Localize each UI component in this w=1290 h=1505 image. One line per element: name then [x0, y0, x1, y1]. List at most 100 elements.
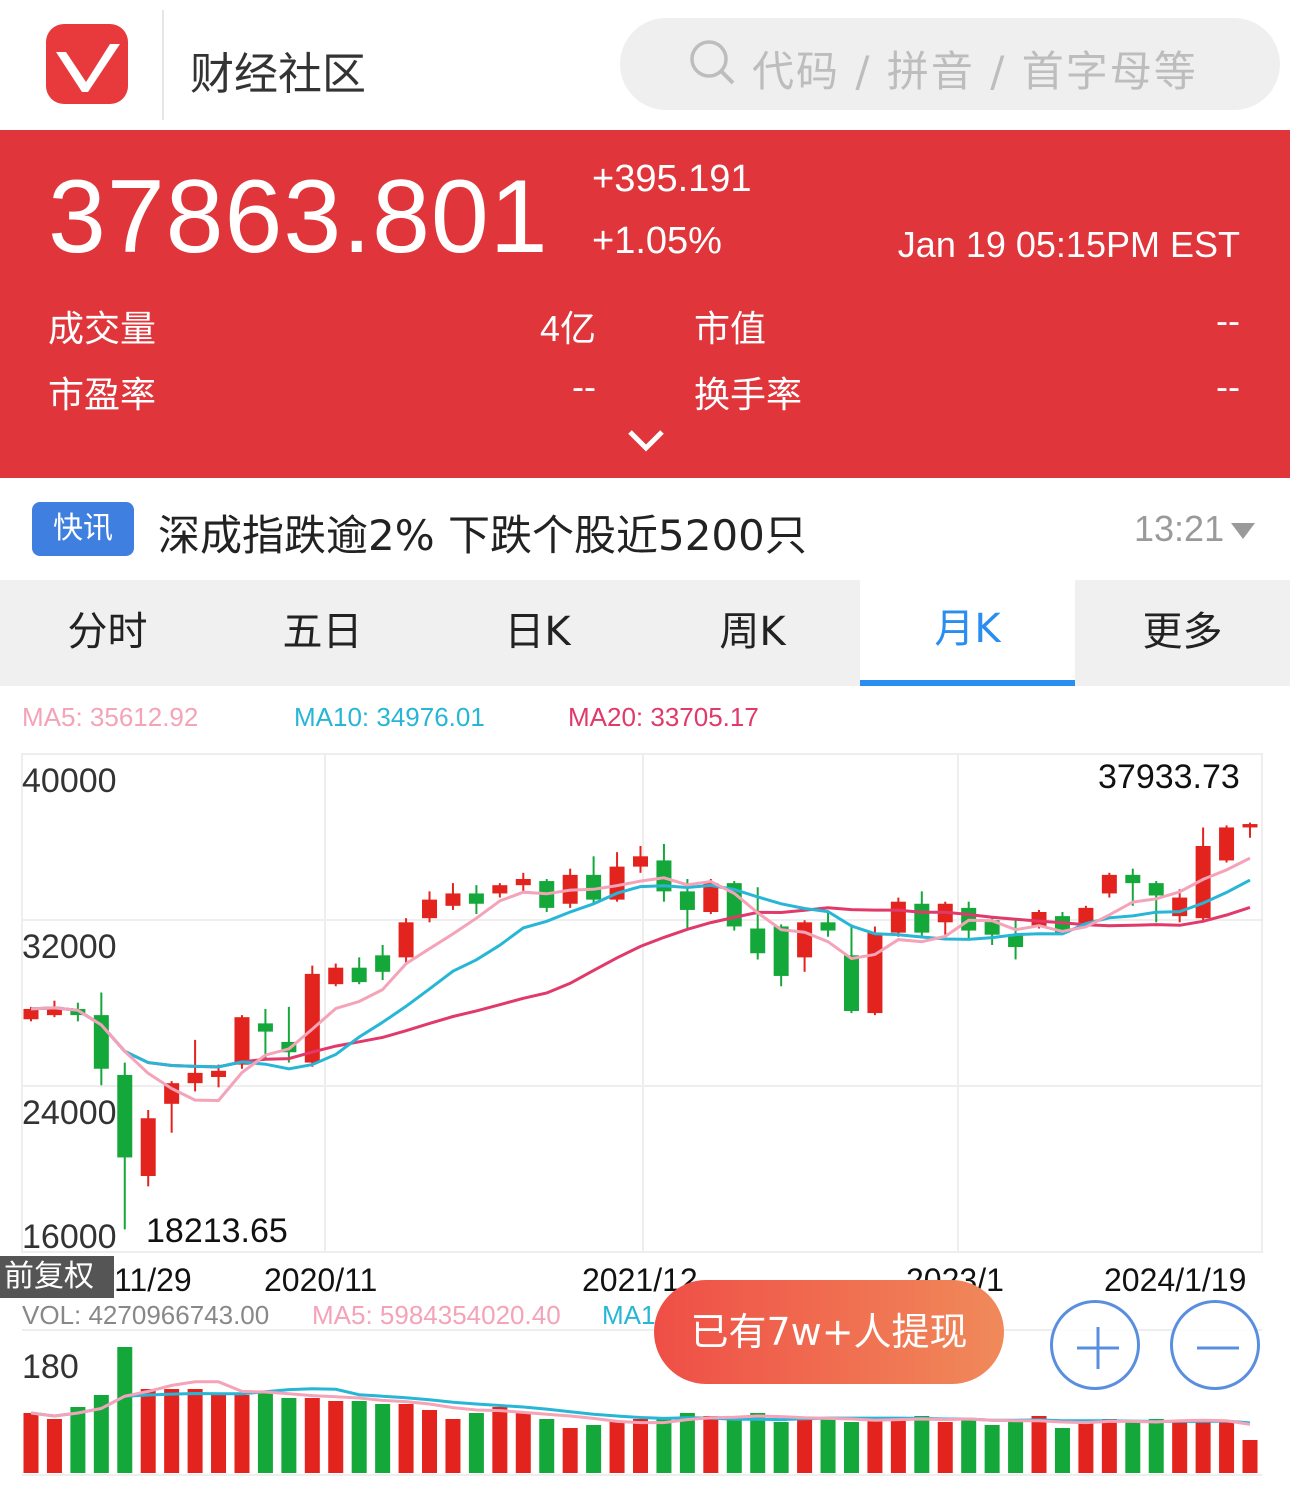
- volume-bar: [586, 1425, 602, 1473]
- volume-bar: [257, 1392, 273, 1473]
- ma5-legend: MA5: 35612.92: [22, 702, 199, 732]
- stat-label-volume: 成交量: [48, 309, 157, 350]
- search-placeholder: 代码 / 拼音 / 首字母等: [752, 47, 1198, 96]
- search-icon: [690, 40, 735, 85]
- stat-value-pe: --: [572, 366, 596, 407]
- tab-intraday[interactable]: 分时: [0, 580, 215, 686]
- candle-body: [398, 922, 414, 958]
- candle-body: [1242, 824, 1258, 828]
- candle-body: [890, 901, 906, 933]
- vol-ma10-legend: MA1: [602, 1300, 656, 1330]
- volume-bar: [328, 1401, 344, 1473]
- volume-bar: [234, 1395, 250, 1473]
- news-time: 13:21: [1134, 508, 1225, 549]
- volume-bar: [750, 1413, 766, 1473]
- volume-bar: [726, 1419, 742, 1473]
- volume-bar: [656, 1419, 672, 1473]
- stat-label-turnover: 换手率: [694, 375, 803, 416]
- volume-bar: [984, 1425, 1000, 1473]
- low-label: 18213.65: [146, 1212, 288, 1250]
- volume-bar: [914, 1416, 930, 1473]
- candle-body: [1125, 874, 1141, 884]
- volume-bar: [539, 1419, 555, 1473]
- x-date-label: 11/29: [114, 1262, 192, 1298]
- vol-y-tick: 180: [22, 1348, 79, 1386]
- minus-icon: [1197, 1346, 1239, 1350]
- app-title: 财经社区: [190, 49, 366, 100]
- volume-bar: [46, 1419, 62, 1473]
- volume-bar: [820, 1419, 836, 1473]
- tab-monthly-k[interactable]: 月K: [860, 580, 1075, 686]
- news-headline[interactable]: 深成指跌逾2% 下跌个股近5200只: [158, 502, 807, 563]
- zoom-in-button[interactable]: [1050, 1300, 1140, 1390]
- zoom-out-button[interactable]: [1170, 1300, 1260, 1390]
- volume-bar: [1078, 1422, 1094, 1473]
- candlestick-series: [23, 822, 1258, 1230]
- app-logo[interactable]: [46, 24, 128, 104]
- volume-bar: [468, 1413, 484, 1473]
- caret-down-icon[interactable]: [1230, 522, 1256, 540]
- candle-body: [773, 926, 789, 976]
- stat-value-turnover: --: [1216, 366, 1240, 407]
- moving-average-lines: [30, 856, 1251, 1103]
- volume-bar: [703, 1416, 719, 1473]
- news-badge: 快讯: [32, 502, 134, 556]
- adjust-mode-label[interactable]: 前复权: [0, 1256, 114, 1298]
- volume-bar: [445, 1419, 461, 1473]
- volume-bar: [70, 1407, 86, 1473]
- volume-bar: [1008, 1422, 1024, 1473]
- candle-body: [468, 893, 484, 904]
- candle-body: [211, 1070, 227, 1077]
- ma10-line: [30, 878, 1251, 1071]
- news-ticker[interactable]: 快讯 深成指跌逾2% 下跌个股近5200只 13:21: [0, 478, 1290, 580]
- candle-body: [445, 893, 461, 906]
- last-price: 37863.801: [48, 159, 549, 275]
- volume-bar: [281, 1398, 297, 1473]
- plus-icon: [1077, 1327, 1119, 1369]
- volume-bar: [211, 1395, 227, 1473]
- high-label: 37933.73: [1098, 758, 1240, 796]
- volume-bar: [375, 1404, 391, 1473]
- volume-bar: [1172, 1422, 1188, 1473]
- volume-bar: [961, 1419, 977, 1473]
- volume-bar: [515, 1413, 531, 1473]
- volume-bar: [867, 1419, 883, 1473]
- volume-bar: [1054, 1428, 1070, 1473]
- volume-bar: [492, 1407, 508, 1473]
- y-tick-40000: 40000: [22, 762, 117, 800]
- header-divider: [162, 10, 164, 120]
- vol-legend: VOL: 4270966743.00: [22, 1300, 270, 1330]
- volume-bar: [1195, 1419, 1211, 1473]
- candle-body: [750, 928, 766, 954]
- candle-body: [867, 932, 883, 1014]
- volume-bar: [609, 1422, 625, 1473]
- tab-weekly-k[interactable]: 周K: [645, 580, 860, 686]
- quote-panel: 37863.801 +395.191 +1.05% Jan 19 05:15PM…: [0, 130, 1290, 478]
- x-date-label: 2020/11: [264, 1262, 378, 1298]
- candle-body: [820, 922, 836, 931]
- volume-bar: [23, 1413, 39, 1473]
- y-tick-16000: 16000: [22, 1218, 117, 1256]
- x-date-label: 2024/1/19: [1104, 1262, 1247, 1298]
- volume-bar: [562, 1428, 578, 1473]
- y-tick-32000: 32000: [22, 928, 117, 966]
- volume-bar: [187, 1389, 203, 1473]
- candle-body: [633, 856, 648, 867]
- volume-bar: [937, 1422, 953, 1473]
- candle-body: [257, 1023, 273, 1032]
- app-header: 财经社区 代码 / 拼音 / 首字母等: [0, 0, 1290, 128]
- stat-label-pe: 市盈率: [48, 375, 157, 416]
- chevron-down-icon[interactable]: [626, 426, 666, 454]
- candle-body: [328, 967, 344, 985]
- volume-bar: [164, 1389, 180, 1473]
- tab-daily-k[interactable]: 日K: [430, 580, 645, 686]
- stat-value-market-cap: --: [1216, 300, 1240, 341]
- logo-check-icon: [56, 44, 120, 92]
- tab-five-day[interactable]: 五日: [215, 580, 430, 686]
- volume-bar: [1125, 1422, 1141, 1473]
- price-change: +395.191: [592, 158, 752, 200]
- candle-body: [1148, 883, 1164, 896]
- cash-out-promo-button[interactable]: 已有7w+人提现: [654, 1280, 1004, 1384]
- tab-more[interactable]: 更多: [1075, 580, 1290, 686]
- volume-bar: [304, 1398, 320, 1473]
